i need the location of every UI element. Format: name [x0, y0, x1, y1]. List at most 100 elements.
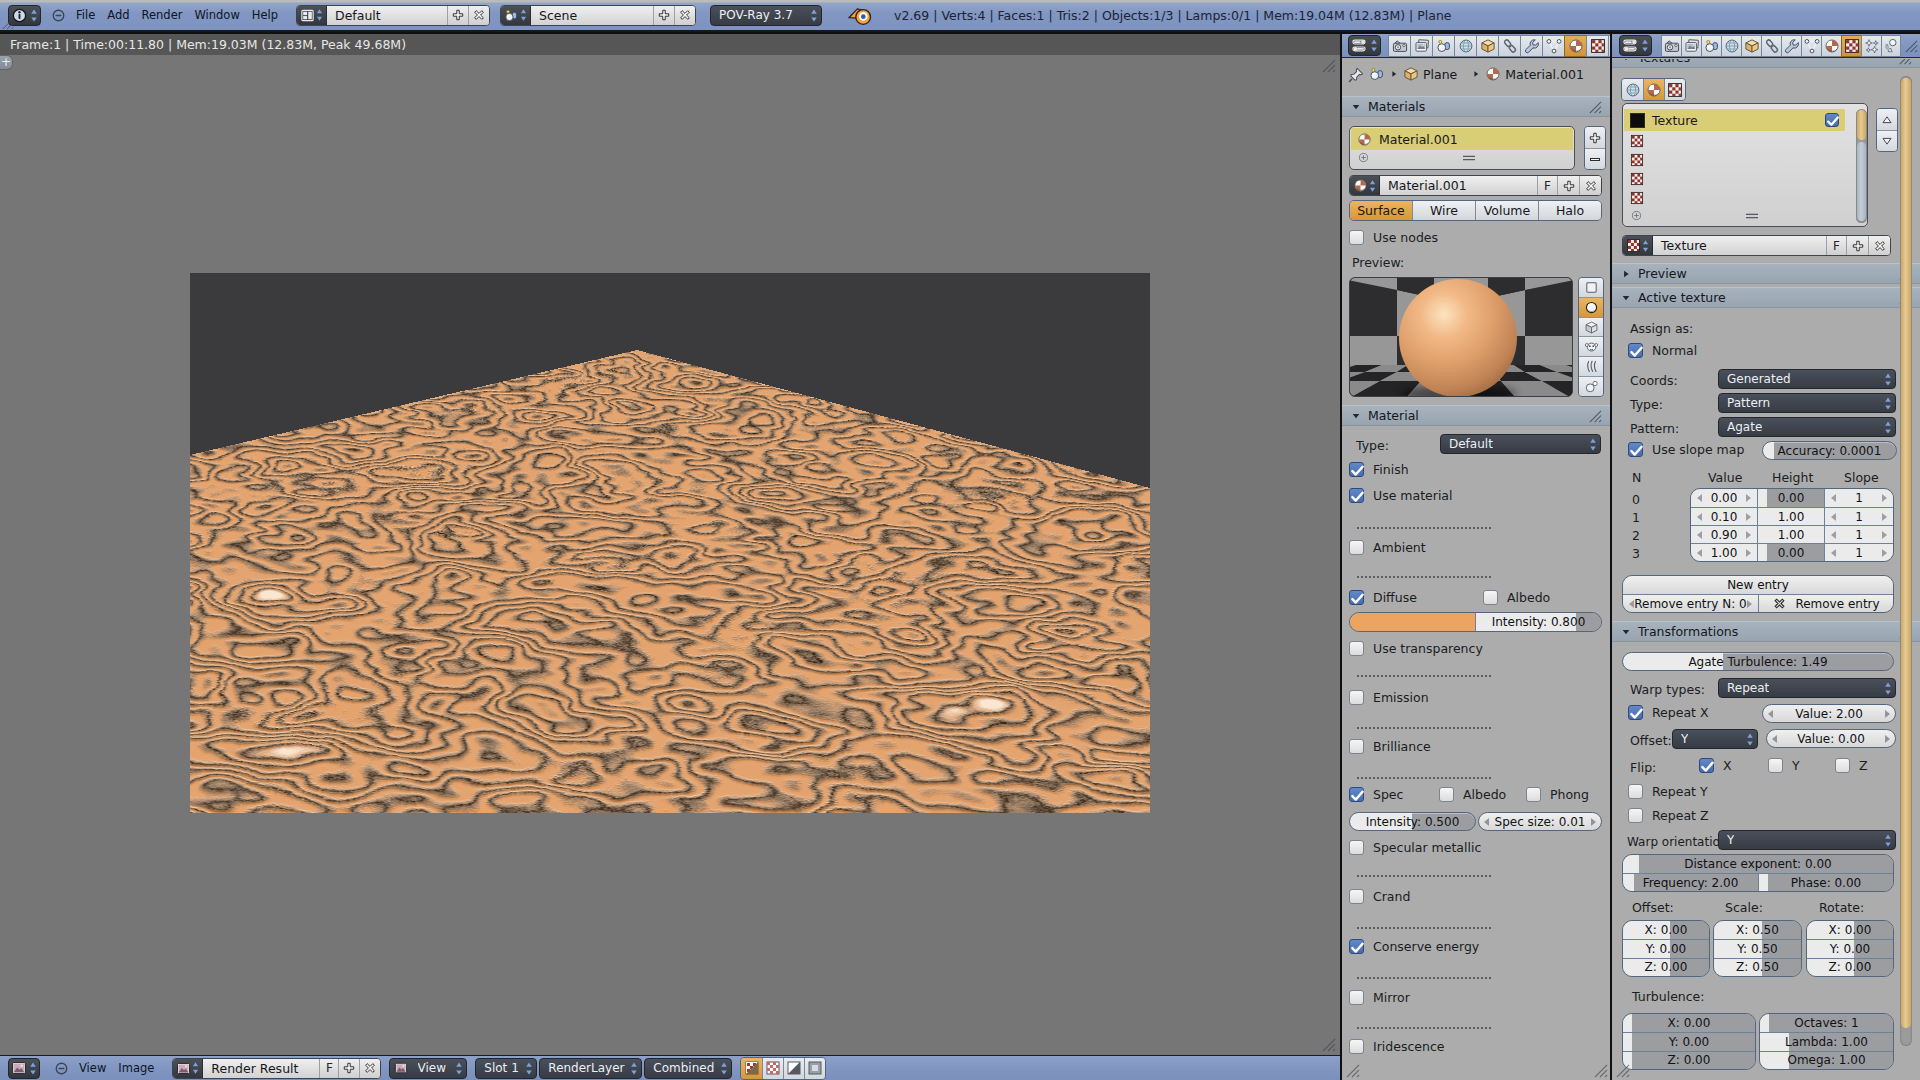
new-material-button[interactable] [1557, 176, 1579, 195]
decrement-arrow[interactable] [1831, 494, 1836, 502]
texture-list-scrollbar-thumb[interactable] [1857, 110, 1866, 140]
flip-y-checkbox-box[interactable] [1768, 758, 1783, 773]
texture-slot-item[interactable]: Texture [1624, 109, 1845, 131]
view-mode-select[interactable]: View [389, 1058, 467, 1079]
rotate-y-slider[interactable]: Y: 0.00 [1807, 939, 1893, 957]
flip-z-checkbox[interactable]: Z [1835, 758, 1868, 773]
channel-luminance-button[interactable] [783, 1058, 804, 1079]
material-panel-header[interactable]: Material [1342, 405, 1610, 426]
frequency-slider[interactable]: Frequency: 2.00 [1623, 873, 1758, 891]
decrement-arrow[interactable] [1697, 494, 1702, 502]
flip-x-checkbox[interactable]: X [1699, 758, 1732, 773]
preview-sky-button[interactable] [1579, 376, 1603, 396]
texture-type-select[interactable]: Pattern [1718, 393, 1896, 413]
repeat-y-checkbox[interactable]: Repeat Y [1628, 784, 1708, 799]
flip-z-checkbox-box[interactable] [1835, 758, 1850, 773]
collapse-menus-icon[interactable] [54, 1061, 69, 1076]
offset-axis-select[interactable]: Y [1672, 729, 1758, 749]
unlink-texture-button[interactable] [1868, 236, 1890, 255]
increment-arrow[interactable] [1882, 549, 1887, 557]
increment-arrow[interactable] [1882, 531, 1887, 539]
corner-grip-icon[interactable] [0, 16, 14, 30]
area-corner-grip[interactable] [1614, 1062, 1630, 1078]
accuracy-slider[interactable]: Accuracy: 0.0001 [1762, 441, 1897, 460]
iridescence-checkbox[interactable]: Iridescence [1349, 1039, 1444, 1054]
tab-modifiers[interactable] [1781, 35, 1801, 57]
tab-object[interactable] [1476, 35, 1498, 57]
pattern-select[interactable]: Agate [1718, 417, 1896, 437]
increment-arrow[interactable] [1746, 549, 1751, 557]
tab-modifiers[interactable] [1520, 35, 1542, 57]
tab-constraints[interactable] [1498, 35, 1520, 57]
specular-metallic-checkbox-box[interactable] [1349, 840, 1364, 855]
offset-z-slider[interactable]: Z: 0.00 [1623, 958, 1709, 976]
specular-metallic-checkbox[interactable]: Specular metallic [1349, 840, 1481, 855]
tab-material[interactable] [1821, 35, 1841, 57]
preview-hair-button[interactable] [1579, 356, 1603, 376]
area-corner-grip[interactable] [1592, 1062, 1608, 1078]
menu-item[interactable]: File [70, 0, 101, 30]
image-browse[interactable] [173, 1059, 203, 1078]
menu-item[interactable]: Render [136, 0, 189, 30]
mode-surface-button[interactable]: Surface [1350, 201, 1412, 220]
slope-slope-field[interactable]: 1 [1824, 507, 1893, 525]
mirror-checkbox-box[interactable] [1349, 990, 1364, 1005]
spec-checkbox-box[interactable] [1349, 787, 1364, 802]
conserve-energy-checkbox-box[interactable] [1349, 939, 1364, 954]
octaves-slider[interactable]: Octaves: 1 [1760, 1014, 1893, 1032]
render-engine-select[interactable]: POV-Ray 3.7 [710, 5, 822, 26]
texture-list-scrollbar[interactable] [1856, 109, 1867, 223]
increment-arrow[interactable] [1746, 531, 1751, 539]
menu-item[interactable]: Window [188, 0, 245, 30]
phase-slider[interactable]: Phase: 0.00 [1758, 873, 1893, 891]
slope-value-field[interactable]: 0.00 [1691, 489, 1757, 507]
slope-value-field[interactable]: 0.10 [1691, 507, 1757, 525]
tab-object-data[interactable] [1542, 35, 1564, 57]
render-layer-select[interactable]: RenderLayer [539, 1058, 642, 1079]
editor-type-button[interactable] [1348, 35, 1381, 56]
spec-intensity-slider[interactable]: Intensity: 0.500 [1349, 812, 1476, 831]
omega-slider[interactable]: Omega: 1.00 [1760, 1051, 1893, 1069]
slope-slope-field[interactable]: 1 [1824, 489, 1893, 507]
increment-arrow[interactable] [1882, 513, 1887, 521]
tab-material[interactable] [1564, 35, 1586, 57]
rendered-image[interactable] [190, 273, 1150, 813]
diffuse-checkbox-box[interactable] [1349, 590, 1364, 605]
properties-scrollbar-thumb[interactable] [1901, 78, 1911, 1028]
offset-x-slider[interactable]: X: 0.00 [1623, 921, 1709, 939]
agate-turbulence-slider[interactable]: Agate Turbulence: 1.49 [1622, 652, 1894, 671]
delete-scene-button[interactable] [674, 6, 695, 25]
slope-value-field[interactable]: 0.90 [1691, 525, 1757, 543]
menu-item[interactable]: Image [112, 1053, 160, 1080]
scene-browse[interactable] [501, 6, 531, 25]
mode-halo-button[interactable]: Halo [1538, 201, 1601, 220]
repeat-x-checkbox[interactable]: Repeat X [1628, 705, 1709, 720]
tab-object-data[interactable] [1801, 35, 1821, 57]
fake-user-button[interactable]: F [319, 1059, 338, 1078]
texture-context-other-button[interactable] [1664, 79, 1685, 100]
fake-user-button[interactable]: F [1826, 236, 1846, 255]
finish-checkbox[interactable]: Finish [1349, 462, 1409, 477]
distance-exponent-slider[interactable]: Distance exponent: 0.00 [1623, 855, 1893, 873]
menu-item[interactable]: View [73, 1053, 112, 1080]
use-transparency-checkbox-box[interactable] [1349, 641, 1364, 656]
preview-monkey-button[interactable] [1579, 336, 1603, 356]
increment-arrow[interactable] [1746, 513, 1751, 521]
warp-types-select[interactable]: Repeat [1718, 678, 1896, 698]
use-nodes-checkbox-box[interactable] [1349, 230, 1364, 245]
decrement-arrow[interactable] [1831, 549, 1836, 557]
slope-slope-field[interactable]: 1 [1824, 525, 1893, 543]
increment-arrow[interactable] [1882, 494, 1887, 502]
decrement-arrow[interactable] [1772, 735, 1777, 743]
increment-arrow[interactable] [1885, 735, 1890, 743]
slope-slope-field[interactable]: 1 [1824, 543, 1893, 561]
increment-arrow[interactable] [1746, 494, 1751, 502]
diffuse-color-swatch[interactable] [1350, 613, 1475, 631]
increment-arrow[interactable] [1885, 710, 1890, 718]
render-slot-select[interactable]: Slot 1 [475, 1058, 537, 1079]
coords-select[interactable]: Generated [1718, 369, 1896, 389]
slope-height-slider[interactable]: 1.00 [1757, 507, 1824, 525]
add-material-slot-button[interactable] [1585, 127, 1605, 148]
use-slope-map-checkbox-box[interactable] [1628, 442, 1643, 457]
texture-slot-empty[interactable] [1624, 169, 1867, 188]
